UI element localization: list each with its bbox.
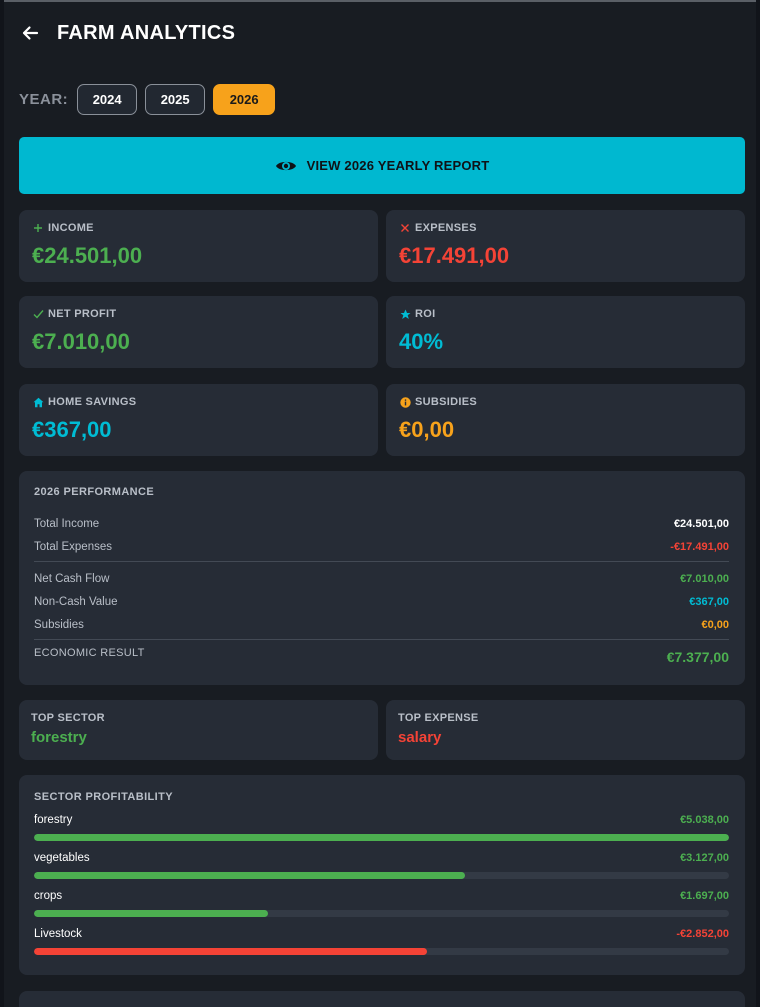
arrow-left-icon[interactable] — [18, 21, 42, 45]
sector-amount: -€2.852,00 — [676, 928, 729, 940]
next-section-card — [19, 991, 745, 1007]
subsidies-card: SUBSIDIES €0,00 — [386, 384, 745, 456]
income-card: INCOME €24.501,00 — [19, 210, 378, 282]
sector-amount: €1.697,00 — [680, 890, 729, 902]
income-value: €24.501,00 — [32, 243, 143, 268]
sector-name: crops — [34, 890, 63, 902]
subsidies-label: SUBSIDIES — [415, 396, 477, 408]
top-sector-label: TOP SECTOR — [31, 712, 105, 724]
sector-name: Livestock — [34, 928, 82, 940]
window-left-border — [0, 0, 4, 1007]
total-income-label: Total Income — [34, 517, 100, 530]
economic-result-label: ECONOMIC RESULT — [34, 647, 145, 659]
net-cash-flow-label: Net Cash Flow — [34, 572, 110, 585]
sector-bar-track — [34, 948, 729, 955]
window-right-border — [756, 0, 760, 1007]
report-button-label: VIEW 2026 YEARLY REPORT — [306, 158, 490, 173]
divider — [34, 561, 729, 562]
roi-value: 40% — [399, 329, 444, 354]
top-expense-label: TOP EXPENSE — [398, 712, 479, 724]
year-selector: YEAR: 2024 2025 2026 — [19, 84, 283, 115]
sector-row-livestock: Livestock -€2.852,00 — [34, 928, 729, 955]
net-cash-flow-row: Net Cash Flow €7.010,00 — [34, 567, 729, 590]
page-title: FARM ANALYTICS — [57, 21, 236, 44]
sector-name: forestry — [34, 814, 73, 826]
subsidies-row-label: Subsidies — [34, 618, 84, 631]
eye-icon — [275, 159, 297, 173]
total-expenses-row: Total Expenses -€17.491,00 — [34, 535, 729, 558]
year-button-2024[interactable]: 2024 — [77, 84, 138, 115]
total-income-value: €24.501,00 — [673, 517, 729, 530]
home-savings-label: HOME SAVINGS — [48, 396, 137, 408]
roi-card: ROI 40% — [386, 296, 745, 368]
sector-bar-track — [34, 910, 729, 917]
top-sector-value: forestry — [31, 729, 87, 746]
non-cash-value-row: Non-Cash Value €367,00 — [34, 590, 729, 613]
sector-row-vegetables: vegetables €3.127,00 — [34, 852, 729, 879]
star-icon — [399, 308, 411, 320]
net-cash-flow-value: €7.010,00 — [680, 572, 729, 585]
total-expenses-value: -€17.491,00 — [670, 540, 729, 553]
app-header: FARM ANALYTICS — [18, 18, 235, 48]
plus-icon — [32, 222, 44, 234]
sector-profitability-card: SECTOR PROFITABILITY forestry €5.038,00 … — [19, 775, 745, 975]
home-savings-card: HOME SAVINGS €367,00 — [19, 384, 378, 456]
expenses-card: EXPENSES €17.491,00 — [386, 210, 745, 282]
performance-title: 2026 PERFORMANCE — [34, 486, 155, 498]
sector-profitability-title: SECTOR PROFITABILITY — [34, 791, 173, 803]
view-yearly-report-button[interactable]: VIEW 2026 YEARLY REPORT — [19, 137, 745, 194]
info-icon — [399, 396, 411, 408]
sector-amount: €3.127,00 — [680, 852, 729, 864]
economic-result-value: €7.377,00 — [666, 649, 729, 665]
check-icon — [32, 308, 44, 320]
top-sector-card: TOP SECTOR forestry — [19, 700, 378, 760]
top-expense-card: TOP EXPENSE salary — [386, 700, 745, 760]
sector-row-forestry: forestry €5.038,00 — [34, 814, 729, 841]
window-top-border — [0, 0, 760, 2]
subsidies-row-value: €0,00 — [701, 618, 729, 631]
performance-card: 2026 PERFORMANCE Total Income €24.501,00… — [19, 471, 745, 685]
sector-name: vegetables — [34, 852, 90, 864]
subsidies-value: €0,00 — [399, 417, 455, 442]
total-expenses-label: Total Expenses — [34, 540, 112, 553]
year-button-2025[interactable]: 2025 — [145, 84, 206, 115]
home-savings-value: €367,00 — [32, 417, 112, 442]
year-button-2026[interactable]: 2026 — [213, 84, 276, 115]
sector-bar-fill — [34, 872, 465, 879]
net-profit-label: NET PROFIT — [48, 308, 117, 320]
economic-result-row: ECONOMIC RESULT €7.377,00 — [34, 645, 729, 671]
non-cash-value-label: Non-Cash Value — [34, 595, 118, 608]
sector-row-crops: crops €1.697,00 — [34, 890, 729, 917]
expenses-value: €17.491,00 — [399, 243, 510, 268]
net-profit-card: NET PROFIT €7.010,00 — [19, 296, 378, 368]
divider — [34, 639, 729, 640]
subsidies-row: Subsidies €0,00 — [34, 613, 729, 636]
expenses-label: EXPENSES — [415, 222, 477, 234]
top-expense-value: salary — [398, 729, 442, 746]
total-income-row: Total Income €24.501,00 — [34, 512, 729, 535]
sector-bar-track — [34, 834, 729, 841]
roi-label: ROI — [415, 308, 436, 320]
year-label: YEAR: — [19, 91, 69, 108]
sector-bar-fill — [34, 948, 428, 955]
sector-bar-fill — [34, 910, 269, 917]
home-icon — [32, 396, 44, 408]
non-cash-value-value: €367,00 — [689, 595, 729, 608]
sector-bar-fill — [34, 834, 729, 841]
net-profit-value: €7.010,00 — [32, 329, 130, 354]
sector-amount: €5.038,00 — [680, 814, 729, 826]
close-icon — [399, 222, 411, 234]
income-label: INCOME — [48, 222, 94, 234]
sector-bar-track — [34, 872, 729, 879]
